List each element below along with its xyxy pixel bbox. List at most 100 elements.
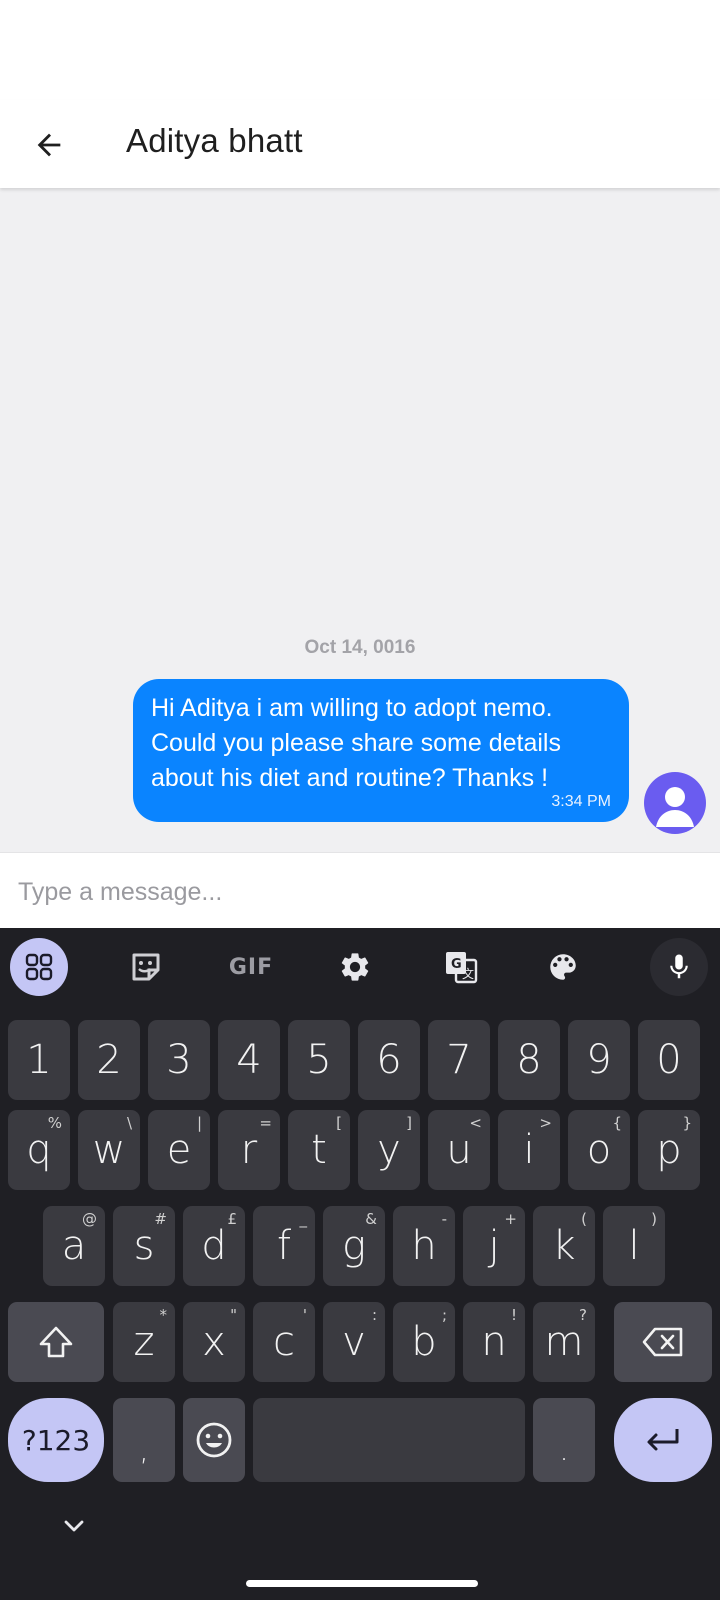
key-k[interactable]: k(: [533, 1206, 595, 1286]
shift-key[interactable]: [8, 1302, 104, 1382]
back-button[interactable]: [22, 118, 76, 172]
chat-area: Oct 14, 0016 Hi Aditya i am willing to a…: [0, 188, 720, 852]
translate-button[interactable]: G 文: [432, 938, 490, 996]
key-0[interactable]: 0: [638, 1020, 700, 1100]
key-j[interactable]: j +: [463, 1206, 525, 1286]
key-6[interactable]: 6: [358, 1020, 420, 1100]
space-key[interactable]: [253, 1398, 525, 1482]
key-7[interactable]: 7: [428, 1020, 490, 1100]
key-label: l: [628, 1223, 640, 1269]
key-v[interactable]: v:: [323, 1302, 385, 1382]
key-e[interactable]: e |: [148, 1110, 210, 1190]
key-9[interactable]: 9: [568, 1020, 630, 1100]
message-text: Hi Aditya i am willing to adopt nemo. Co…: [151, 694, 561, 792]
key-i[interactable]: i >: [498, 1110, 560, 1190]
app-bar: Aditya bhatt: [0, 100, 720, 188]
key-y[interactable]: y]: [358, 1110, 420, 1190]
home-indicator[interactable]: [246, 1580, 478, 1587]
key-hint: £: [227, 1210, 237, 1228]
message-composer: [0, 852, 720, 929]
emoji-key[interactable]: [183, 1398, 245, 1482]
key-label: w: [92, 1127, 126, 1173]
key-d[interactable]: d £: [183, 1206, 245, 1286]
key-s[interactable]: s #: [113, 1206, 175, 1286]
key-q[interactable]: q%: [8, 1110, 70, 1190]
translate-icon: G 文: [446, 952, 478, 984]
settings-button[interactable]: [326, 938, 384, 996]
key-hint: %: [47, 1114, 62, 1132]
gif-button[interactable]: GIF: [222, 938, 280, 996]
collapse-keyboard-button[interactable]: [56, 1508, 92, 1544]
person-icon: [656, 787, 694, 827]
key-label: a: [61, 1223, 87, 1269]
key-hint: #: [154, 1210, 167, 1228]
key-label: n: [481, 1319, 507, 1365]
key-label: 1: [26, 1037, 52, 1083]
key-l[interactable]: l): [603, 1206, 665, 1286]
key-label: e: [166, 1127, 192, 1173]
microphone-icon: [670, 954, 688, 979]
key-hint: >: [539, 1114, 552, 1132]
apps-button[interactable]: [10, 938, 68, 996]
avatar[interactable]: [644, 772, 706, 834]
theme-button[interactable]: [534, 938, 592, 996]
key-5[interactable]: 5: [288, 1020, 350, 1100]
key-g[interactable]: g &: [323, 1206, 385, 1286]
key-a[interactable]: a @: [43, 1206, 105, 1286]
key-hint: ;: [441, 1306, 447, 1324]
key-4[interactable]: 4: [218, 1020, 280, 1100]
key-label: 6: [376, 1037, 402, 1083]
key-hint: :: [371, 1306, 377, 1324]
date-separator: Oct 14, 0016: [304, 637, 416, 658]
comma-key[interactable]: ,: [113, 1398, 175, 1482]
key-z[interactable]: z *: [113, 1302, 175, 1382]
key-w[interactable]: w \: [78, 1110, 140, 1190]
key-label: 2: [96, 1037, 122, 1083]
message-bubble[interactable]: Hi Aditya i am willing to adopt nemo. Co…: [133, 679, 629, 822]
sticker-icon: [132, 953, 160, 981]
voice-input-button[interactable]: [650, 938, 708, 996]
key-label: k: [552, 1223, 576, 1269]
key-label: g: [341, 1223, 366, 1269]
key-r[interactable]: r =: [218, 1110, 280, 1190]
enter-key[interactable]: [614, 1398, 712, 1482]
key-2[interactable]: 2: [78, 1020, 140, 1100]
key-label: y: [377, 1127, 401, 1173]
key-label: .: [559, 1432, 569, 1468]
key-n[interactable]: n!: [463, 1302, 525, 1382]
key-label: x: [202, 1319, 226, 1365]
contact-name: Aditya bhatt: [126, 122, 303, 159]
key-p[interactable]: p}: [638, 1110, 700, 1190]
gear-icon: [341, 953, 369, 981]
key-hint: =: [259, 1114, 272, 1132]
key-hint: (: [581, 1210, 587, 1228]
key-t[interactable]: t[: [288, 1110, 350, 1190]
key-hint: {: [612, 1114, 622, 1132]
key-x[interactable]: x ": [183, 1302, 245, 1382]
period-key[interactable]: .: [533, 1398, 595, 1482]
key-hint: *: [159, 1306, 168, 1324]
symbols-key[interactable]: ?123: [8, 1398, 104, 1482]
key-h[interactable]: h-: [393, 1206, 455, 1286]
sticker-button[interactable]: [117, 938, 175, 996]
backspace-key[interactable]: [614, 1302, 712, 1382]
key-u[interactable]: u <: [428, 1110, 490, 1190]
key-3[interactable]: 3: [148, 1020, 210, 1100]
key-label: 4: [236, 1037, 262, 1083]
key-1[interactable]: 1: [8, 1020, 70, 1100]
key-label: j: [488, 1223, 500, 1269]
shift-icon: [39, 1326, 73, 1358]
key-o[interactable]: o{: [568, 1110, 630, 1190]
key-label: b: [411, 1319, 437, 1365]
key-hint: &: [365, 1210, 377, 1228]
key-f[interactable]: f _: [253, 1206, 315, 1286]
key-label: s: [133, 1223, 155, 1269]
key-c[interactable]: c ': [253, 1302, 315, 1382]
key-label: r: [240, 1127, 258, 1173]
key-m[interactable]: m?: [533, 1302, 595, 1382]
key-b[interactable]: b;: [393, 1302, 455, 1382]
message-input[interactable]: [16, 863, 710, 921]
key-hint: |: [196, 1114, 202, 1132]
key-label: 0: [656, 1037, 682, 1083]
key-8[interactable]: 8: [498, 1020, 560, 1100]
